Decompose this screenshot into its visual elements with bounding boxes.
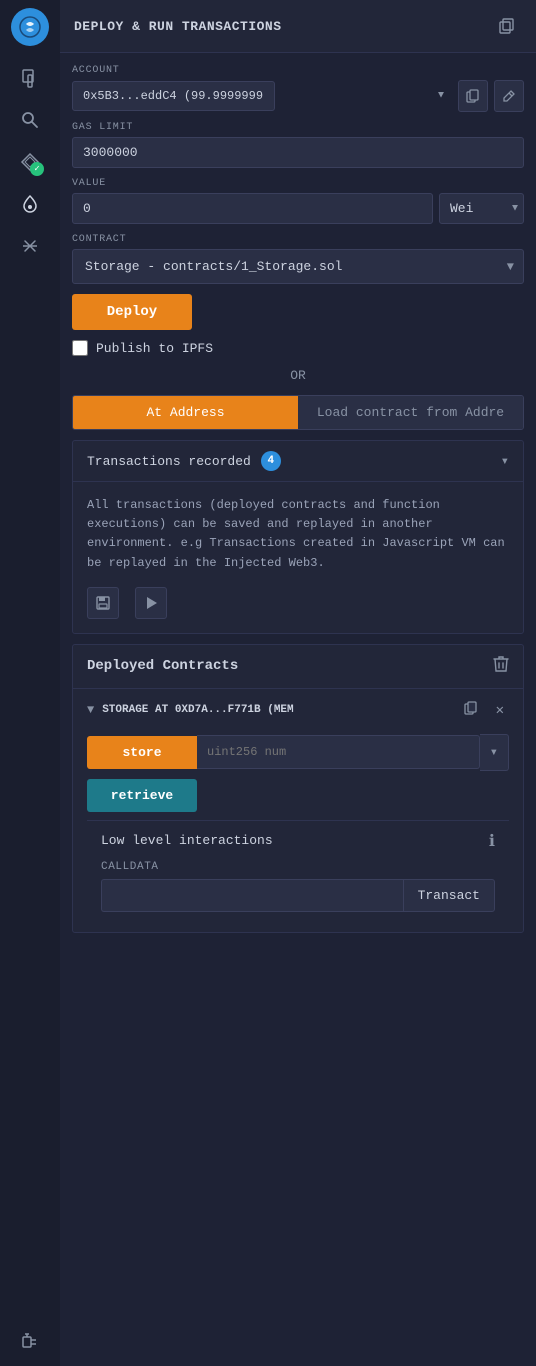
- low-level-section: Low level interactions ℹ CALLDATA Transa…: [87, 820, 509, 922]
- sidebar-item-deploy[interactable]: [12, 186, 48, 222]
- or-divider: OR: [72, 368, 524, 383]
- load-contract-tab[interactable]: Load contract from Addre: [298, 396, 523, 429]
- contract-select[interactable]: Storage - contracts/1_Storage.sol: [72, 249, 524, 284]
- gas-limit-label: GAS LIMIT: [72, 122, 524, 133]
- transactions-save-btn[interactable]: [87, 587, 119, 619]
- publish-ipfs-checkbox[interactable]: [72, 340, 88, 356]
- sidebar: ✓: [0, 0, 60, 1366]
- fn-store-param[interactable]: [197, 735, 480, 769]
- account-row: 0x5B3...eddC4 (99.9999999 ▼: [72, 80, 524, 112]
- value-label: VALUE: [72, 178, 524, 189]
- low-level-header: Low level interactions ℹ: [101, 831, 495, 851]
- sidebar-item-compile[interactable]: ✓: [12, 144, 48, 180]
- transactions-info-text: All transactions (deployed contracts and…: [87, 496, 509, 573]
- account-section: ACCOUNT 0x5B3...eddC4 (99.9999999 ▼: [72, 65, 524, 112]
- at-address-tab[interactable]: At Address: [73, 396, 298, 429]
- gas-limit-section: GAS LIMIT: [72, 122, 524, 168]
- contract-instance: ▼ STORAGE AT 0XD7A...F771B (MEM ✕ store …: [73, 689, 523, 932]
- fn-store-btn[interactable]: store: [87, 736, 197, 769]
- unit-select[interactable]: Wei Gwei Finney Ether: [439, 193, 524, 224]
- value-section: VALUE Wei Gwei Finney Ether ▼: [72, 178, 524, 224]
- transactions-actions: [87, 587, 509, 619]
- transactions-chevron: ▾: [501, 453, 509, 470]
- transactions-count-badge: 4: [261, 451, 281, 471]
- fn-row-retrieve: retrieve: [87, 779, 509, 812]
- transactions-title: Transactions recorded 4: [87, 451, 281, 471]
- low-level-info-icon[interactable]: ℹ: [489, 831, 495, 851]
- contract-section: CONTRACT Storage - contracts/1_Storage.s…: [72, 234, 524, 284]
- deployed-contracts-delete-btn[interactable]: [493, 655, 509, 678]
- transactions-body: All transactions (deployed contracts and…: [73, 482, 523, 633]
- account-label: ACCOUNT: [72, 65, 524, 76]
- transactions-section: Transactions recorded 4 ▾ All transactio…: [72, 440, 524, 634]
- sidebar-logo[interactable]: [11, 8, 49, 46]
- deployed-contracts-header: Deployed Contracts: [73, 645, 523, 689]
- panel-header: DEPLOY & RUN TRANSACTIONS: [60, 0, 536, 53]
- account-copy-btn[interactable]: [458, 80, 488, 112]
- publish-ipfs-label: Publish to IPFS: [96, 341, 213, 356]
- calldata-label: CALLDATA: [101, 861, 495, 873]
- panel-title: DEPLOY & RUN TRANSACTIONS: [74, 19, 282, 34]
- transact-btn[interactable]: Transact: [403, 879, 495, 912]
- deployed-contracts-section: Deployed Contracts ▼ STORAGE AT 0XD7A...…: [72, 644, 524, 933]
- content-area: ACCOUNT 0x5B3...eddC4 (99.9999999 ▼: [60, 53, 536, 945]
- deploy-row: Deploy: [72, 294, 524, 330]
- instance-chevron[interactable]: ▼: [87, 703, 94, 717]
- instance-copy-btn[interactable]: [459, 699, 483, 722]
- address-tabs: At Address Load contract from Addre: [72, 395, 524, 430]
- contract-instance-header: ▼ STORAGE AT 0XD7A...F771B (MEM ✕: [87, 699, 509, 722]
- sidebar-item-search[interactable]: [12, 102, 48, 138]
- instance-name: STORAGE AT 0XD7A...F771B (MEM: [102, 704, 450, 716]
- instance-close-btn[interactable]: ✕: [491, 700, 509, 721]
- transactions-header[interactable]: Transactions recorded 4 ▾: [73, 441, 523, 482]
- value-row: Wei Gwei Finney Ether ▼: [72, 193, 524, 224]
- fn-store-dropdown[interactable]: ▾: [480, 734, 509, 771]
- transactions-play-btn[interactable]: [135, 587, 167, 619]
- low-level-title: Low level interactions: [101, 833, 273, 848]
- calldata-row: Transact: [101, 879, 495, 912]
- sidebar-item-plugin[interactable]: [12, 1322, 48, 1358]
- account-select[interactable]: 0x5B3...eddC4 (99.9999999: [72, 81, 275, 111]
- sidebar-item-git[interactable]: [12, 228, 48, 264]
- compile-status-badge: ✓: [30, 162, 44, 176]
- main-panel: DEPLOY & RUN TRANSACTIONS ACCOUNT 0x5B3.…: [60, 0, 536, 1366]
- header-copy-btn[interactable]: [492, 10, 522, 42]
- calldata-input[interactable]: [101, 879, 403, 912]
- sidebar-item-files[interactable]: [12, 60, 48, 96]
- account-edit-btn[interactable]: [494, 80, 524, 112]
- contract-select-wrap: Storage - contracts/1_Storage.sol ▼: [72, 249, 524, 284]
- value-input[interactable]: [72, 193, 433, 224]
- contract-label: CONTRACT: [72, 234, 524, 245]
- fn-retrieve-btn[interactable]: retrieve: [87, 779, 197, 812]
- deployed-contracts-title: Deployed Contracts: [87, 658, 238, 674]
- fn-row-store: store ▾: [87, 734, 509, 771]
- publish-ipfs-row: Publish to IPFS: [72, 340, 524, 356]
- deploy-button[interactable]: Deploy: [72, 294, 192, 330]
- gas-limit-input[interactable]: [72, 137, 524, 168]
